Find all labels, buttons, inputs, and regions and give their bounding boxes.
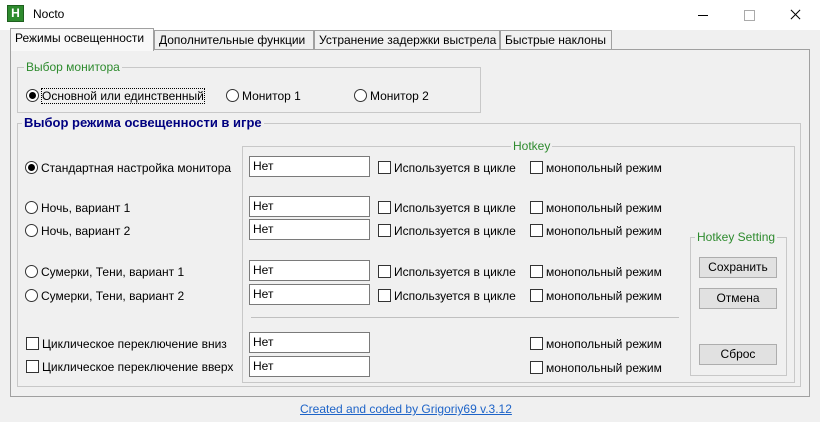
checkbox-cycle-dusk-1[interactable]: Используется в цикле: [378, 265, 516, 279]
radio-indicator: [226, 89, 239, 102]
app-icon: H: [7, 5, 24, 22]
mode-group-title: Выбор режима освещенности в игре: [22, 115, 264, 130]
hotkey-setting-group: Hotkey Setting Сохранить Отмена Сброс: [690, 230, 787, 376]
checkbox-indicator: [530, 289, 543, 302]
radio-label: Сумерки, Тени, вариант 1: [41, 265, 185, 279]
hotkey-input-dusk-1[interactable]: Нет: [249, 260, 370, 281]
tab-panel: Выбор монитора Основной или единственный…: [10, 49, 810, 397]
checkbox-label: монопольный режим: [546, 224, 662, 238]
checkbox-indicator: [26, 337, 39, 350]
radio-monitor-primary[interactable]: Основной или единственный: [26, 88, 205, 104]
hotkey-setting-title: Hotkey Setting: [695, 230, 778, 244]
checkbox-indicator: [530, 361, 543, 374]
checkbox-indicator: [26, 360, 39, 373]
checkbox-mono-night-1[interactable]: монопольный режим: [530, 201, 662, 215]
checkbox-indicator: [378, 161, 391, 174]
hotkey-group: Hotkey Нет Используется в цикле монополь…: [242, 139, 795, 383]
checkbox-mono-cycle-down[interactable]: монопольный режим: [530, 337, 662, 351]
hotkey-input-dusk-2[interactable]: Нет: [249, 284, 370, 305]
maximize-button[interactable]: [726, 0, 772, 30]
tab-additional-functions[interactable]: Дополнительные функции: [154, 30, 314, 50]
radio-mode-dusk-2[interactable]: Сумерки, Тени, вариант 2: [25, 289, 184, 303]
checkbox-label: монопольный режим: [546, 289, 662, 303]
checkbox-indicator: [378, 289, 391, 302]
checkbox-label: монопольный режим: [546, 161, 662, 175]
checkbox-label: Используется в цикле: [394, 289, 516, 303]
checkbox-indicator: [530, 337, 543, 350]
hotkey-input-cycle-down[interactable]: Нет: [249, 332, 370, 353]
radio-indicator: [25, 289, 38, 302]
radio-label: Сумерки, Тени, вариант 2: [41, 289, 185, 303]
minimize-button[interactable]: [680, 0, 726, 30]
reset-button[interactable]: Сброс: [699, 344, 777, 365]
checkbox-cycle-night-1[interactable]: Используется в цикле: [378, 201, 516, 215]
radio-label: Монитор 1: [242, 89, 301, 103]
tab-quick-leans[interactable]: Быстрые наклоны: [500, 30, 612, 50]
hotkey-input-standard[interactable]: Нет: [249, 156, 370, 177]
checkbox-label: Используется в цикле: [394, 224, 516, 238]
checkbox-indicator: [530, 201, 543, 214]
radio-label: Стандартная настройка монитора: [41, 161, 232, 175]
radio-label: Ночь, вариант 2: [41, 224, 131, 238]
hotkey-input-night-1[interactable]: Нет: [249, 196, 370, 217]
checkbox-label: Используется в цикле: [394, 201, 516, 215]
checkbox-cycle-dusk-2[interactable]: Используется в цикле: [378, 289, 516, 303]
hotkey-input-night-2[interactable]: Нет: [249, 219, 370, 240]
radio-mode-standard[interactable]: Стандартная настройка монитора: [25, 161, 231, 175]
radio-indicator: [25, 224, 38, 237]
radio-indicator: [26, 89, 39, 102]
checkbox-label: монопольный режим: [546, 337, 662, 351]
tab-shot-delay-fix[interactable]: Устранение задержки выстрела: [314, 30, 500, 50]
hotkey-input-cycle-up[interactable]: Нет: [249, 356, 370, 377]
hotkey-group-title: Hotkey: [511, 139, 553, 153]
save-button[interactable]: Сохранить: [699, 257, 777, 278]
checkbox-indicator: [530, 161, 543, 174]
checkbox-mono-cycle-up[interactable]: монопольный режим: [530, 361, 662, 375]
checkbox-indicator: [530, 224, 543, 237]
tab-lighting-modes[interactable]: Режимы освещенности: [10, 28, 154, 51]
checkbox-label: монопольный режим: [546, 265, 662, 279]
checkbox-indicator: [530, 265, 543, 278]
checkbox-label: Используется в цикле: [394, 161, 516, 175]
window-title: Nocto: [33, 7, 65, 21]
radio-indicator: [25, 201, 38, 214]
checkbox-cycle-night-2[interactable]: Используется в цикле: [378, 224, 516, 238]
checkbox-cycle-down[interactable]: Циклическое переключение вниз: [26, 337, 227, 351]
checkbox-label: Циклическое переключение вниз: [42, 337, 227, 351]
checkbox-label: монопольный режим: [546, 201, 662, 215]
checkbox-label: Циклическое переключение вверх: [42, 360, 234, 374]
radio-label: Монитор 2: [370, 89, 429, 103]
checkbox-label: Используется в цикле: [394, 265, 516, 279]
radio-monitor-1[interactable]: Монитор 1: [226, 89, 301, 103]
close-button[interactable]: [772, 0, 818, 30]
checkbox-mono-standard[interactable]: монопольный режим: [530, 161, 662, 175]
monitor-group: Выбор монитора Основной или единственный…: [17, 60, 481, 113]
checkbox-indicator: [378, 201, 391, 214]
radio-indicator: [354, 89, 367, 102]
separator-line: [251, 317, 679, 318]
cancel-button[interactable]: Отмена: [699, 288, 777, 309]
checkbox-cycle-standard[interactable]: Используется в цикле: [378, 161, 516, 175]
radio-label: Основной или единственный: [41, 88, 205, 104]
checkbox-mono-dusk-2[interactable]: монопольный режим: [530, 289, 662, 303]
mode-group: Выбор режима освещенности в игре Стандар…: [17, 115, 801, 387]
credit-link[interactable]: Created and coded by Grigoriy69 v.3.12: [300, 402, 512, 416]
radio-indicator: [25, 161, 38, 174]
checkbox-indicator: [378, 224, 391, 237]
radio-indicator: [25, 265, 38, 278]
title-bar: H Nocto: [0, 0, 820, 30]
radio-mode-dusk-1[interactable]: Сумерки, Тени, вариант 1: [25, 265, 184, 279]
monitor-group-title: Выбор монитора: [24, 60, 122, 74]
radio-mode-night-1[interactable]: Ночь, вариант 1: [25, 201, 130, 215]
checkbox-mono-dusk-1[interactable]: монопольный режим: [530, 265, 662, 279]
checkbox-indicator: [378, 265, 391, 278]
checkbox-mono-night-2[interactable]: монопольный режим: [530, 224, 662, 238]
checkbox-cycle-up[interactable]: Циклическое переключение вверх: [26, 360, 233, 374]
radio-label: Ночь, вариант 1: [41, 201, 131, 215]
radio-mode-night-2[interactable]: Ночь, вариант 2: [25, 224, 130, 238]
radio-monitor-2[interactable]: Монитор 2: [354, 89, 429, 103]
checkbox-label: монопольный режим: [546, 361, 662, 375]
